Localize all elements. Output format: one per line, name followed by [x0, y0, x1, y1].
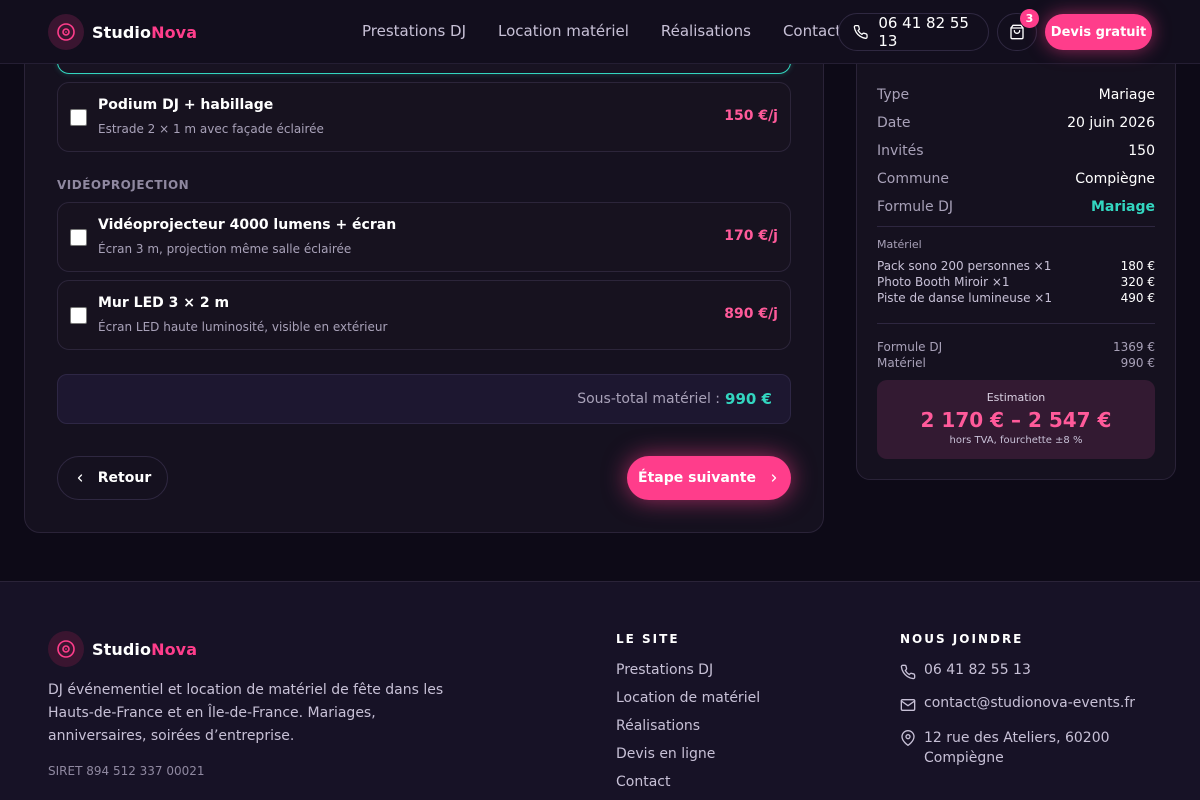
item-description: Estrade 2 × 1 m avec façade éclairée [98, 122, 324, 136]
summary-label: Invités [877, 143, 924, 159]
back-button[interactable]: Retour [57, 456, 168, 500]
summary-label: Date [877, 115, 911, 131]
estimate-range: 2 170 € – 2 547 € [920, 408, 1112, 432]
footer-link-devis[interactable]: Devis en ligne [616, 746, 715, 762]
material-row: Piste de danse lumineuse ×1 490 € [877, 291, 1155, 305]
item-checkbox[interactable] [70, 109, 87, 126]
chevron-right-icon [771, 474, 777, 482]
footer-phone[interactable]: 06 41 82 55 13 [900, 662, 1031, 680]
summary-label: Formule DJ [877, 199, 954, 215]
vinyl-icon [48, 14, 84, 50]
material-value: 490 € [1120, 291, 1155, 305]
map-pin-icon [901, 730, 915, 746]
footer-address-text: 12 rue des Ateliers, 60200 Compiègne [924, 730, 1110, 766]
material-label: Pack sono 200 personnes ×1 [877, 259, 1052, 273]
footer-heading-contact: NOUS JOINDRE [900, 632, 1024, 646]
footer-link-location[interactable]: Location de matériel [616, 690, 760, 706]
summary-label: Commune [877, 171, 949, 187]
navbar: StudioNova Prestations DJ Location matér… [0, 0, 1200, 64]
equipment-item-projector[interactable]: Vidéoprojecteur 4000 lumens + écran Écra… [57, 202, 791, 272]
brand-name: StudioNova [92, 639, 198, 659]
item-price: 890 €/j [724, 306, 778, 322]
summary-row-guests: Invités 150 [877, 143, 1155, 159]
item-price: 170 €/j [724, 228, 778, 244]
footer-address: 12 rue des Ateliers, 60200 Compiègne [900, 728, 1120, 768]
brand-logo[interactable]: StudioNova [48, 14, 197, 50]
item-title: Podium DJ + habillage [98, 97, 274, 113]
footer: StudioNova DJ événementiel et location d… [0, 581, 1200, 800]
material-title: Matériel [877, 238, 922, 251]
estimate-label: Estimation [986, 391, 1046, 404]
summary-value: Compiègne [1075, 171, 1155, 187]
nav-link-prestations[interactable]: Prestations DJ [362, 22, 466, 40]
next-step-button[interactable]: Étape suivante [627, 456, 791, 500]
back-label: Retour [97, 470, 152, 486]
divider [877, 323, 1155, 324]
summary-value: Mariage [1090, 199, 1155, 215]
summary-row-date: Date 20 juin 2026 [877, 115, 1155, 131]
total-value: 990 € [1120, 356, 1155, 370]
footer-heading-site: LE SITE [616, 632, 680, 646]
divider [877, 226, 1155, 227]
phone-number: 06 41 82 55 13 [878, 14, 969, 50]
cart-count-badge: 3 [1020, 9, 1039, 28]
section-title-video: VIDÉOPROJECTION [57, 178, 190, 192]
footer-email[interactable]: contact@studionova-events.fr [900, 695, 1135, 713]
footer-email-text: contact@studionova-events.fr [924, 695, 1136, 711]
summary-value: 150 [1128, 143, 1155, 159]
summary-row-formula: Formule DJ Mariage [877, 199, 1155, 215]
summary-row-type: Type Mariage [877, 87, 1155, 103]
total-label: Formule DJ [877, 340, 943, 354]
footer-brand-logo[interactable]: StudioNova [48, 631, 197, 667]
item-description: Écran 3 m, projection même salle éclairé… [98, 242, 352, 256]
shopping-bag-icon [1010, 24, 1024, 40]
phone-button[interactable]: 06 41 82 55 13 [838, 13, 989, 51]
subtotal-label: Sous-total matériel : [577, 391, 721, 407]
phone-icon [900, 664, 916, 680]
material-label: Piste de danse lumineuse ×1 [877, 291, 1052, 305]
nav-link-realisations[interactable]: Réalisations [661, 22, 751, 40]
nav-links: Prestations DJ Location matériel Réalisa… [362, 22, 873, 40]
summary-value: 20 juin 2026 [1067, 115, 1155, 131]
item-price: 150 €/j [724, 108, 778, 124]
brand-name: StudioNova [92, 22, 198, 42]
footer-phone-text: 06 41 82 55 13 [924, 662, 1031, 678]
next-label: Étape suivante [638, 470, 756, 486]
footer-link-contact[interactable]: Contact [616, 774, 670, 790]
summary-label: Type [877, 87, 910, 103]
summary-row-town: Commune Compiègne [877, 171, 1155, 187]
chevron-left-icon [77, 474, 82, 482]
item-title: Mur LED 3 × 2 m [98, 295, 230, 311]
estimate-note: hors TVA, fourchette ±8 % [949, 435, 1083, 446]
phone-icon [853, 24, 868, 39]
equipment-item-podium[interactable]: Podium DJ + habillage Estrade 2 × 1 m av… [57, 82, 791, 152]
equipment-subtotal: Sous-total matériel : 990 € [57, 374, 791, 424]
material-value: 180 € [1120, 259, 1155, 273]
total-label: Matériel [877, 356, 926, 370]
footer-link-realisations[interactable]: Réalisations [616, 718, 700, 734]
total-row-material: Matériel 990 € [877, 356, 1155, 370]
total-value: 1369 € [1113, 340, 1155, 354]
nav-link-location[interactable]: Location matériel [498, 22, 629, 40]
footer-description: DJ événementiel et location de matériel … [48, 682, 444, 744]
item-checkbox[interactable] [70, 229, 87, 246]
material-row: Pack sono 200 personnes ×1 180 € [877, 259, 1155, 273]
total-row-formula: Formule DJ 1369 € [877, 340, 1155, 354]
subtotal-value: 990 € [725, 390, 772, 408]
item-checkbox[interactable] [70, 307, 87, 324]
item-title: Vidéoprojecteur 4000 lumens + écran [98, 217, 397, 233]
footer-link-prestations[interactable]: Prestations DJ [616, 662, 713, 678]
estimate-box: Estimation 2 170 € – 2 547 € hors TVA, f… [877, 380, 1155, 459]
mail-icon [900, 699, 916, 711]
footer-siret: SIRET 894 512 337 00021 [48, 764, 205, 778]
material-value: 320 € [1120, 275, 1155, 289]
item-description: Écran LED haute luminosité, visible en e… [98, 320, 388, 334]
material-label: Photo Booth Miroir ×1 [877, 275, 1010, 289]
quote-button[interactable]: Devis gratuit [1045, 14, 1152, 50]
vinyl-icon [48, 631, 84, 667]
material-row: Photo Booth Miroir ×1 320 € [877, 275, 1155, 289]
equipment-item-led-wall[interactable]: Mur LED 3 × 2 m Écran LED haute luminosi… [57, 280, 791, 350]
summary-value: Mariage [1098, 87, 1155, 103]
nav-link-contact[interactable]: Contact [783, 22, 841, 40]
